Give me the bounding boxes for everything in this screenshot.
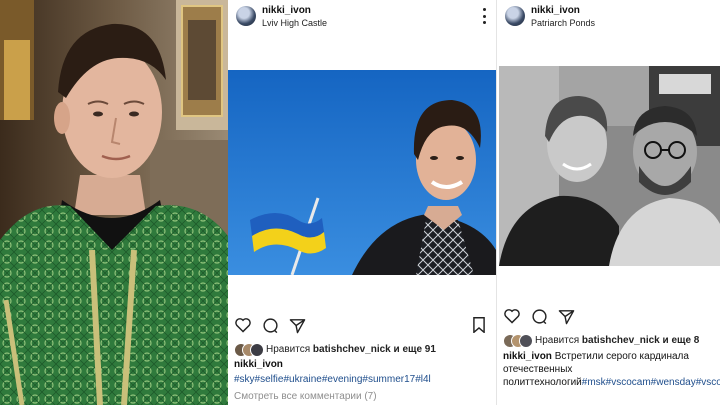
likes-prefix: Нравится [535, 334, 580, 346]
post-header: nikki_ivon Patriarch Ponds [497, 0, 720, 36]
post-header: nikki_ivon Lviv High Castle [228, 0, 496, 36]
share-icon[interactable] [289, 317, 306, 334]
likes-summary[interactable]: Нравится batishchev_nick и еще 8 [503, 334, 700, 348]
more-icon[interactable] [482, 8, 486, 24]
share-icon[interactable] [558, 308, 575, 325]
post-location[interactable]: Lviv High Castle [262, 18, 327, 28]
post-username[interactable]: nikki_ivon [531, 5, 580, 16]
likes-summary[interactable]: Нравится batishchev_nick и еще 91 [234, 343, 436, 357]
instagram-post-patriarch-ponds: nikki_ivon Patriarch Ponds Нравится bati… [496, 0, 720, 405]
likes-suffix: и еще 91 [393, 343, 436, 355]
post-hashtags[interactable]: #sky#selfie#ukraine#evening#summer17#l4l [234, 374, 431, 385]
likes-user[interactable]: batishchev_nick [313, 344, 391, 355]
bookmark-icon[interactable] [472, 317, 486, 333]
likes-suffix: и еще 8 [662, 334, 700, 346]
likes-user[interactable]: batishchev_nick [582, 335, 660, 346]
post-caption: nikki_ivon Встретили серого кардинала от… [503, 350, 720, 389]
heart-icon[interactable] [234, 317, 252, 333]
comment-icon[interactable] [531, 308, 548, 325]
likes-prefix: Нравится [266, 343, 311, 355]
heart-icon[interactable] [503, 308, 521, 324]
avatar[interactable] [236, 6, 256, 26]
caption-username[interactable]: nikki_ivon [503, 351, 552, 362]
post-photo-bw-duo[interactable] [499, 66, 720, 266]
post-username[interactable]: nikki_ivon [262, 5, 311, 16]
post-actions [503, 307, 575, 325]
instagram-post-lviv: nikki_ivon Lviv High Castle Нравится bat… [228, 0, 496, 405]
post-hashtags[interactable]: #msk#vscocam#wensday#vscorussia#l4l [582, 377, 720, 388]
priest-photo [0, 0, 228, 405]
post-location[interactable]: Patriarch Ponds [531, 18, 595, 28]
liker-avatars [234, 343, 264, 357]
caption-username[interactable]: nikki_ivon [234, 359, 283, 370]
comment-icon[interactable] [262, 317, 279, 334]
view-comments-link[interactable]: Смотреть все комментарии (7) [234, 391, 377, 402]
post-actions [234, 316, 306, 334]
post-photo-flag-selfie[interactable] [228, 70, 496, 275]
avatar[interactable] [505, 6, 525, 26]
liker-avatars [503, 334, 533, 348]
